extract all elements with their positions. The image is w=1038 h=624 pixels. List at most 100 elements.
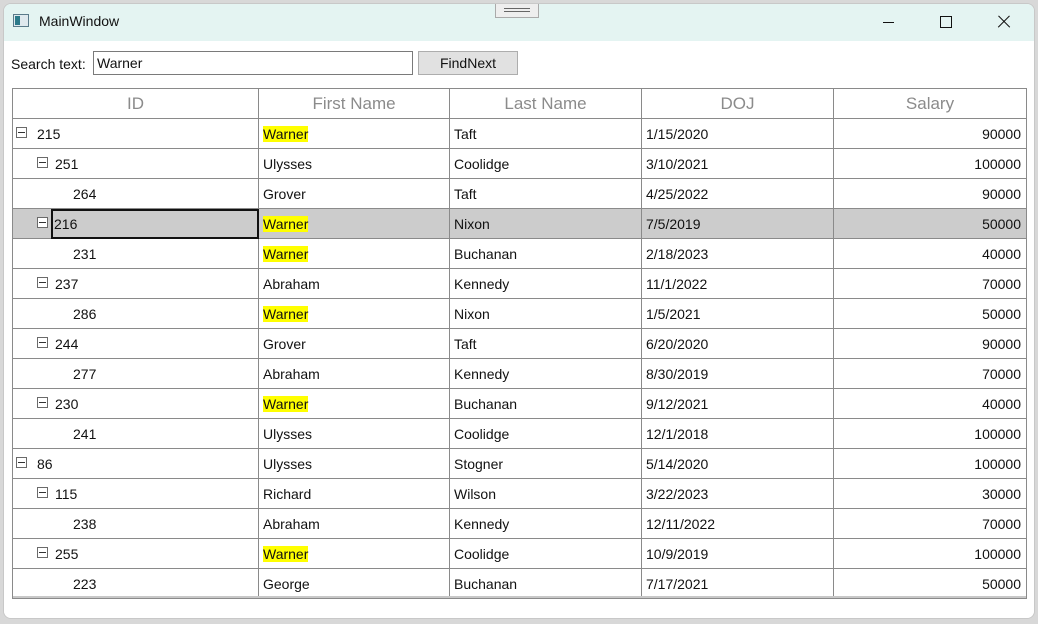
cell-last-name[interactable]: Coolidge xyxy=(450,419,642,449)
cell-first-name[interactable]: Warner xyxy=(259,389,450,419)
table-row[interactable]: 115 Richard Wilson 3/22/2023 30000 xyxy=(13,479,1026,509)
cell-doj[interactable]: 10/9/2019 xyxy=(642,539,834,569)
cell-first-name[interactable]: Ulysses xyxy=(259,149,450,179)
cell-doj[interactable]: 6/20/2020 xyxy=(642,329,834,359)
collapse-toggle-icon[interactable] xyxy=(37,277,48,288)
cell-doj[interactable]: 7/5/2019 xyxy=(642,209,834,239)
cell-doj[interactable]: 1/5/2021 xyxy=(642,299,834,329)
cell-first-name[interactable]: Warner xyxy=(259,539,450,569)
table-row[interactable]: 251 Ulysses Coolidge 3/10/2021 100000 xyxy=(13,149,1026,179)
cell-doj[interactable]: 12/11/2022 xyxy=(642,509,834,539)
minimize-button[interactable] xyxy=(859,4,917,40)
collapse-toggle-icon[interactable] xyxy=(37,217,48,228)
cell-doj[interactable]: 2/18/2023 xyxy=(642,239,834,269)
table-row[interactable]: 223 George Buchanan 7/17/2021 50000 xyxy=(13,569,1026,598)
table-row[interactable]: 255 Warner Coolidge 10/9/2019 100000 xyxy=(13,539,1026,569)
cell-first-name[interactable]: Warner xyxy=(259,209,450,239)
search-input[interactable] xyxy=(93,51,413,75)
cell-id[interactable]: 237 xyxy=(13,269,259,299)
cell-last-name[interactable]: Taft xyxy=(450,179,642,209)
tree-grid[interactable]: ID First Name Last Name DOJ Salary 215 Wa… xyxy=(12,88,1027,599)
cell-first-name[interactable]: Ulysses xyxy=(259,419,450,449)
cell-last-name[interactable]: Buchanan xyxy=(450,389,642,419)
cell-last-name[interactable]: Buchanan xyxy=(450,569,642,598)
cell-last-name[interactable]: Buchanan xyxy=(450,239,642,269)
column-header-salary[interactable]: Salary xyxy=(834,89,1026,119)
cell-first-name[interactable]: Warner xyxy=(259,299,450,329)
cell-last-name[interactable]: Kennedy xyxy=(450,359,642,389)
cell-id[interactable]: 241 xyxy=(13,419,259,449)
cell-id[interactable]: 230 xyxy=(13,389,259,419)
cell-last-name[interactable]: Taft xyxy=(450,329,642,359)
cell-last-name[interactable]: Nixon xyxy=(450,299,642,329)
cell-last-name[interactable]: Coolidge xyxy=(450,539,642,569)
table-row[interactable]: 277 Abraham Kennedy 8/30/2019 70000 xyxy=(13,359,1026,389)
cell-doj[interactable]: 3/22/2023 xyxy=(642,479,834,509)
table-row[interactable]: 230 Warner Buchanan 9/12/2021 40000 xyxy=(13,389,1026,419)
table-row[interactable]: 286 Warner Nixon 1/5/2021 50000 xyxy=(13,299,1026,329)
cell-salary[interactable]: 70000 xyxy=(834,359,1026,389)
cell-first-name[interactable]: Abraham xyxy=(259,359,450,389)
column-header-last-name[interactable]: Last Name xyxy=(450,89,642,119)
collapse-toggle-icon[interactable] xyxy=(37,547,48,558)
cell-id[interactable]: 255 xyxy=(13,539,259,569)
cell-salary[interactable]: 100000 xyxy=(834,149,1026,179)
cell-id[interactable]: 251 xyxy=(13,149,259,179)
table-row[interactable]: 237 Abraham Kennedy 11/1/2022 70000 xyxy=(13,269,1026,299)
cell-id[interactable]: 277 xyxy=(13,359,259,389)
cell-first-name[interactable]: Warner xyxy=(259,119,450,149)
table-row[interactable]: 244 Grover Taft 6/20/2020 90000 xyxy=(13,329,1026,359)
cell-salary[interactable]: 70000 xyxy=(834,269,1026,299)
cell-first-name[interactable]: Grover xyxy=(259,179,450,209)
cell-id[interactable]: 86 xyxy=(13,449,259,479)
cell-id[interactable]: 216 xyxy=(13,209,259,239)
cell-id[interactable]: 223 xyxy=(13,569,259,598)
cell-last-name[interactable]: Kennedy xyxy=(450,269,642,299)
table-row[interactable]: 241 Ulysses Coolidge 12/1/2018 100000 xyxy=(13,419,1026,449)
close-button[interactable] xyxy=(975,4,1033,40)
column-header-first-name[interactable]: First Name xyxy=(259,89,450,119)
cell-salary[interactable]: 50000 xyxy=(834,299,1026,329)
cell-doj[interactable]: 5/14/2020 xyxy=(642,449,834,479)
cell-salary[interactable]: 100000 xyxy=(834,539,1026,569)
cell-doj[interactable]: 8/30/2019 xyxy=(642,359,834,389)
cell-first-name[interactable]: George xyxy=(259,569,450,598)
collapse-toggle-icon[interactable] xyxy=(37,487,48,498)
cell-doj[interactable]: 9/12/2021 xyxy=(642,389,834,419)
cell-id[interactable]: 215 xyxy=(13,119,259,149)
cell-doj[interactable]: 3/10/2021 xyxy=(642,149,834,179)
cell-doj[interactable]: 4/25/2022 xyxy=(642,179,834,209)
cell-first-name[interactable]: Abraham xyxy=(259,509,450,539)
column-header-doj[interactable]: DOJ xyxy=(642,89,834,119)
table-row[interactable]: 231 Warner Buchanan 2/18/2023 40000 xyxy=(13,239,1026,269)
cell-id[interactable]: 286 xyxy=(13,299,259,329)
cell-salary[interactable]: 100000 xyxy=(834,419,1026,449)
cell-doj[interactable]: 7/17/2021 xyxy=(642,569,834,598)
cell-salary[interactable]: 100000 xyxy=(834,449,1026,479)
cell-doj[interactable]: 12/1/2018 xyxy=(642,419,834,449)
cell-salary[interactable]: 40000 xyxy=(834,239,1026,269)
cell-doj[interactable]: 1/15/2020 xyxy=(642,119,834,149)
table-row[interactable]: 86 Ulysses Stogner 5/14/2020 100000 xyxy=(13,449,1026,479)
cell-salary[interactable]: 70000 xyxy=(834,509,1026,539)
table-row[interactable]: 215 Warner Taft 1/15/2020 90000 xyxy=(13,119,1026,149)
cell-first-name[interactable]: Richard xyxy=(259,479,450,509)
cell-salary[interactable]: 50000 xyxy=(834,569,1026,598)
collapse-toggle-icon[interactable] xyxy=(37,157,48,168)
table-row[interactable]: 216 Warner Nixon 7/5/2019 50000 xyxy=(13,209,1026,239)
collapse-toggle-icon[interactable] xyxy=(37,337,48,348)
cell-last-name[interactable]: Coolidge xyxy=(450,149,642,179)
cell-last-name[interactable]: Taft xyxy=(450,119,642,149)
cell-id[interactable]: 264 xyxy=(13,179,259,209)
cell-id[interactable]: 238 xyxy=(13,509,259,539)
cell-last-name[interactable]: Nixon xyxy=(450,209,642,239)
cell-salary[interactable]: 40000 xyxy=(834,389,1026,419)
title-bar[interactable]: MainWindow xyxy=(4,4,1034,41)
cell-id[interactable]: 231 xyxy=(13,239,259,269)
table-row[interactable]: 264 Grover Taft 4/25/2022 90000 xyxy=(13,179,1026,209)
cell-first-name[interactable]: Ulysses xyxy=(259,449,450,479)
cell-first-name[interactable]: Grover xyxy=(259,329,450,359)
cell-salary[interactable]: 90000 xyxy=(834,179,1026,209)
cell-doj[interactable]: 11/1/2022 xyxy=(642,269,834,299)
cell-salary[interactable]: 50000 xyxy=(834,209,1026,239)
